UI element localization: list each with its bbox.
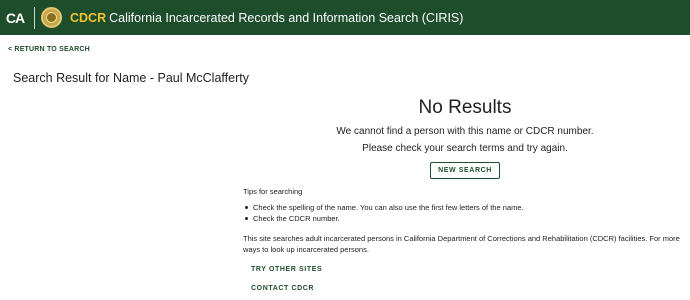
return-to-search-link[interactable]: < RETURN TO SEARCH	[8, 46, 90, 53]
ca-logo-icon[interactable]: CA	[2, 8, 28, 28]
no-results-heading: No Results	[418, 97, 512, 118]
state-seal-icon	[41, 7, 62, 28]
tip-item: Check the spelling of the name. You can …	[243, 202, 524, 213]
site-title-text: California Incarcerated Records and Info…	[109, 10, 464, 25]
new-search-button[interactable]: NEW SEARCH	[430, 162, 500, 179]
no-results-message: We cannot find a person with this name o…	[336, 126, 594, 137]
tip-item: Check the CDCR number.	[243, 213, 524, 224]
site-title[interactable]: CDCR California Incarcerated Records and …	[70, 11, 463, 25]
header-bar: CA CDCR California Incarcerated Records a…	[0, 0, 690, 35]
try-other-sites-link[interactable]: TRY OTHER SITES	[251, 266, 322, 273]
search-scope-info: This site searches adult incarcerated pe…	[243, 234, 680, 254]
tips-list: Check the spelling of the name. You can …	[243, 202, 524, 224]
tips-heading: Tips for searching	[243, 187, 303, 196]
page-title: Search Result for Name - Paul McClaffert…	[13, 71, 249, 85]
no-results-hint: Please check your search terms and try a…	[362, 143, 568, 154]
contact-cdcr-link[interactable]: CONTACT CDCR	[251, 285, 314, 292]
brand-label: CDCR	[70, 10, 107, 25]
header-divider	[34, 6, 35, 29]
